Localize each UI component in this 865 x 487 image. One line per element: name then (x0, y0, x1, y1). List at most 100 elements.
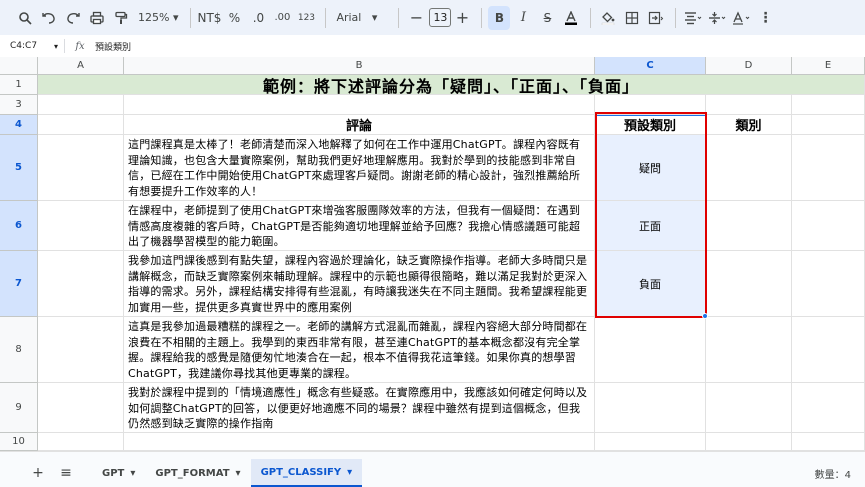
font-size-increase-button[interactable]: + (451, 6, 473, 30)
increase-decimal-button[interactable]: .00 (271, 6, 293, 30)
cell-b10[interactable] (124, 433, 595, 451)
cell-a5[interactable] (38, 135, 124, 201)
row-header-5[interactable]: 5 (0, 135, 38, 201)
name-box[interactable]: C4:C7 ▾ (0, 41, 64, 51)
cell-a8[interactable] (38, 317, 124, 383)
text-rotation-icon[interactable] (730, 6, 752, 30)
review-cell-b9[interactable]: 我對於課程中提到的「情境適應性」概念有些疑惑。在實際應用中，我應該如何確定何時以… (124, 383, 595, 433)
scroll-area (0, 451, 865, 459)
selection-count: 數量：4 (814, 469, 851, 481)
add-sheet-button[interactable]: + (24, 465, 52, 481)
toolbar: 125% ▾ NT$ % .0 .00 123 Arial ▾ − 13 + B… (0, 0, 865, 35)
review-cell-b5[interactable]: 這門課程真是太棒了！老師清楚而深入地解釋了如何在工作中運用ChatGPT。課程內… (124, 135, 595, 201)
cell-e6[interactable] (792, 201, 865, 251)
default-category-cell-c7[interactable]: 負面 (595, 251, 706, 317)
print-icon[interactable] (86, 6, 108, 30)
default-category-cell-c8[interactable] (595, 317, 706, 383)
header-review-cell[interactable]: 評論 (124, 115, 595, 135)
cell-a6[interactable] (38, 201, 124, 251)
category-cell-d7[interactable] (706, 251, 792, 317)
fx-icon: fx (75, 40, 85, 52)
search-icon[interactable] (14, 6, 36, 30)
column-header-e[interactable]: E (792, 57, 865, 75)
cell-e4[interactable] (792, 115, 865, 135)
font-size-input[interactable]: 13 (429, 8, 452, 27)
column-header-b[interactable]: B (124, 57, 595, 75)
sheet-tab-gpt-format[interactable]: GPT_FORMAT ▾ (145, 459, 250, 487)
bold-button[interactable]: B (488, 5, 511, 30)
cell-d10[interactable] (706, 433, 792, 451)
cell-e7[interactable] (792, 251, 865, 317)
cell-e3[interactable] (792, 95, 865, 115)
cell-a10[interactable] (38, 433, 124, 451)
cell-b3[interactable] (124, 95, 595, 115)
zoom-select[interactable]: 125% ▾ (134, 6, 182, 30)
row-header-9[interactable]: 9 (0, 383, 38, 433)
formula-bar: C4:C7 ▾ fx 預設類別 (0, 35, 865, 57)
category-cell-d8[interactable] (706, 317, 792, 383)
fill-color-icon[interactable] (597, 6, 619, 30)
row-header-10[interactable]: 10 (0, 433, 38, 451)
select-all-corner[interactable] (0, 57, 38, 75)
decrease-decimal-button[interactable]: .0 (247, 6, 269, 30)
default-category-cell-c6[interactable]: 正面 (595, 201, 706, 251)
header-default-category-cell[interactable]: 預設類別 (595, 115, 706, 135)
more-options-icon[interactable]: ⋮ (754, 6, 776, 30)
row-header-6[interactable]: 6 (0, 201, 38, 251)
currency-format-button[interactable]: NT$ (197, 6, 221, 30)
merge-cells-icon[interactable] (645, 6, 667, 30)
cell-a7[interactable] (38, 251, 124, 317)
row-header-1[interactable]: 1 (0, 75, 38, 95)
row-header-4[interactable]: 4 (0, 115, 38, 135)
review-cell-b6[interactable]: 在課程中，老師提到了使用ChatGPT來增強客服團隊效率的方法，但我有一個疑問：… (124, 201, 595, 251)
all-sheets-list-button[interactable]: ≡ (52, 465, 80, 481)
category-cell-d5[interactable] (706, 135, 792, 201)
vertical-align-icon[interactable] (706, 6, 728, 30)
cell-e9[interactable] (792, 383, 865, 433)
default-category-cell-c5[interactable]: 疑問 (595, 135, 706, 201)
chevron-down-icon: ▾ (235, 467, 241, 479)
paint-format-icon[interactable] (110, 6, 132, 30)
font-select[interactable]: Arial ▾ (332, 6, 390, 30)
percent-format-button[interactable]: % (223, 6, 245, 30)
number-format-button[interactable]: 123 (295, 6, 317, 30)
chevron-down-icon: ▾ (130, 467, 136, 479)
italic-icon[interactable]: I (512, 6, 534, 30)
column-header-d[interactable]: D (706, 57, 792, 75)
spreadsheet-grid: A B C D E 1 3 4 5 6 7 8 9 10 範例：將下述評論分為「… (0, 57, 865, 451)
cell-c10[interactable] (595, 433, 706, 451)
cell-a4[interactable] (38, 115, 124, 135)
font-size-decrease-button[interactable]: − (405, 6, 427, 30)
fill-handle[interactable] (702, 313, 708, 319)
row-header-8[interactable]: 8 (0, 317, 38, 383)
default-category-cell-c9[interactable] (595, 383, 706, 433)
row-header-7[interactable]: 7 (0, 251, 38, 317)
review-cell-b8[interactable]: 這真是我參加過最糟糕的課程之一。老師的講解方式混亂而雜亂，課程內容絕大部分時間都… (124, 317, 595, 383)
cell-a3[interactable] (38, 95, 124, 115)
cell-e10[interactable] (792, 433, 865, 451)
row-header-3[interactable]: 3 (0, 95, 38, 115)
cell-d3[interactable] (706, 95, 792, 115)
cell-e5[interactable] (792, 135, 865, 201)
title-cell[interactable]: 範例：將下述評論分為「疑問」、「正面」、「負面」 (38, 75, 865, 95)
text-color-icon[interactable] (560, 6, 582, 30)
strikethrough-icon[interactable]: S (536, 6, 558, 30)
sheet-tab-gpt-classify[interactable]: GPT_CLASSIFY ▾ (250, 459, 363, 487)
horizontal-align-icon[interactable] (682, 6, 704, 30)
formula-input[interactable]: 預設類別 (91, 40, 131, 53)
undo-icon[interactable] (38, 6, 60, 30)
sheet-tab-gpt[interactable]: GPT ▾ (92, 459, 145, 487)
cell-e8[interactable] (792, 317, 865, 383)
column-header-c[interactable]: C (595, 57, 706, 75)
cell-c3[interactable] (595, 95, 706, 115)
category-cell-d9[interactable] (706, 383, 792, 433)
sheet-tab-bar: + ≡ GPT ▾ GPT_FORMAT ▾ GPT_CLASSIFY ▾ 數量：4 (0, 459, 865, 487)
redo-icon[interactable] (62, 6, 84, 30)
category-cell-d6[interactable] (706, 201, 792, 251)
header-category-cell[interactable]: 類別 (706, 115, 792, 135)
review-cell-b7[interactable]: 我參加這門課後感到有點失望，課程內容過於理論化，缺乏實際操作指導。老師大多時間只… (124, 251, 595, 317)
column-header-a[interactable]: A (38, 57, 124, 75)
cell-a9[interactable] (38, 383, 124, 433)
chevron-down-icon: ▾ (347, 466, 353, 478)
borders-icon[interactable] (621, 6, 643, 30)
